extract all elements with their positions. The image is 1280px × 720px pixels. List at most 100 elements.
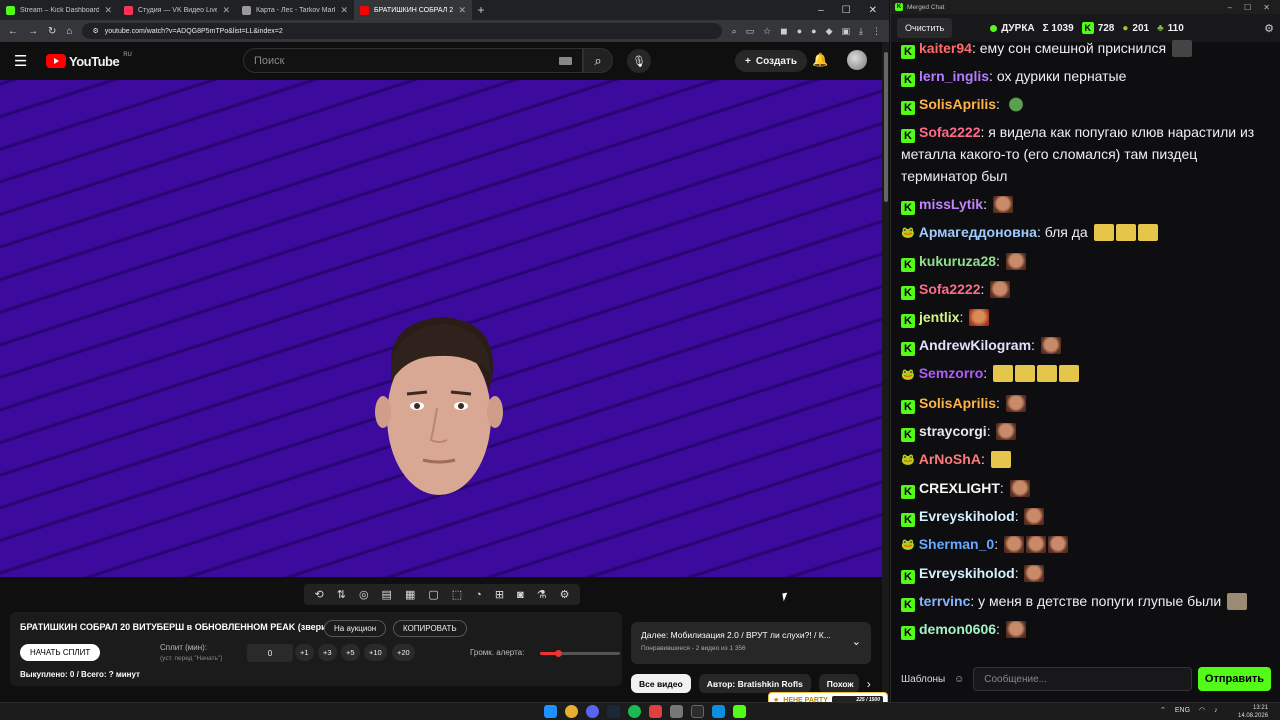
maximize-icon[interactable]: ☐ [842,5,851,16]
minimize-icon[interactable]: – [1228,3,1232,12]
increment-button[interactable]: +20 [392,644,415,661]
extension-icon[interactable]: ● [811,26,816,37]
crop-icon[interactable]: ⬚ [452,588,462,601]
alert-volume-slider[interactable] [540,650,620,657]
tab-close-icon[interactable]: ✕ [340,5,348,16]
create-button[interactable]: + Создать [735,50,807,72]
chat-username[interactable]: Semzorro [919,365,984,381]
sort-icon[interactable]: ⇅ [337,588,346,601]
url-field[interactable]: ⚙ youtube.com/watch?v=ADQG8P5mTPo&list=L… [82,23,722,39]
reload-icon[interactable]: ↻ [48,26,56,37]
search-button[interactable]: ⌕ [583,48,613,73]
keyboard-icon[interactable] [559,56,572,65]
chat-username[interactable]: missLytik [919,196,983,212]
chat-username[interactable]: AndrewKilogram [919,337,1031,353]
scrollbar-thumb[interactable] [884,52,888,202]
chat-username[interactable]: ArNoShA [919,451,981,467]
chat-username[interactable]: straycorgi [919,423,987,439]
extension-icon[interactable]: ● [797,26,802,37]
chevron-down-icon[interactable]: ⌄ [852,635,861,648]
wifi-icon[interactable]: ◠ [1199,706,1205,714]
pip-icon[interactable]: ▢ [428,588,438,601]
extension-icon[interactable]: ▣ [842,26,851,37]
chat-username[interactable]: SolisAprilis [919,395,996,411]
youtube-logo[interactable]: YouTube RU [46,52,132,69]
chat-username[interactable]: Sherman_0 [919,536,994,552]
avatar[interactable] [847,50,867,70]
chat-username[interactable]: jentlix [919,309,959,325]
zoom-icon[interactable]: ⌕ [732,26,737,37]
increment-button[interactable]: +10 [364,644,387,661]
app-icon[interactable] [649,705,662,718]
close-icon[interactable]: ✕ [869,5,877,16]
close-icon[interactable]: ✕ [1263,3,1270,12]
search-input[interactable]: Поиск [243,48,583,73]
message-input[interactable]: Сообщение... [973,667,1192,691]
discord-icon[interactable] [586,705,599,718]
menu-dots-icon[interactable]: ⋮ [872,26,881,37]
telegram-icon[interactable] [712,705,725,718]
site-info-icon[interactable]: ⚙ [92,27,98,35]
audio-wave-icon[interactable]: ◎ [359,588,369,601]
chip-all-videos[interactable]: Все видео [631,674,691,693]
film-icon[interactable]: ▤ [382,588,392,601]
chip-author[interactable]: Автор: Bratishkin Rofls [698,674,811,693]
video-player[interactable] [0,80,882,577]
chat-username[interactable]: kaiter94 [919,40,972,56]
back-icon[interactable]: ← [8,26,18,37]
new-tab-button[interactable]: + [472,3,490,17]
increment-button[interactable]: +3 [318,644,337,661]
add-frame-icon[interactable]: ⊞ [495,588,504,601]
browser-tab[interactable]: Студия — VK Видео Live ✕ [118,0,236,20]
speed-icon[interactable]: ◔ [475,589,482,601]
chat-username[interactable]: SolisAprilis [919,96,996,112]
slider-knob[interactable] [554,650,562,657]
minimize-icon[interactable]: – [818,5,824,16]
increment-button[interactable]: +1 [295,644,314,661]
copy-button[interactable]: КОПИРОВАТЬ [393,620,467,637]
loop-icon[interactable]: ⟲ [315,588,324,601]
browser-tab[interactable]: Stream – Kick Dashboard ✕ [0,0,118,20]
chat-username[interactable]: CREXLIGHT [919,480,1000,496]
home-icon[interactable]: ⌂ [66,26,72,37]
flask-icon[interactable]: ⚗ [537,588,547,601]
chip-similar[interactable]: Похож [818,674,859,693]
chat-username[interactable]: terrvinc [919,593,970,609]
tab-close-icon[interactable]: ✕ [104,5,112,16]
kick-app-icon[interactable] [733,705,746,718]
send-button[interactable]: Отправить [1197,667,1271,691]
emoji-icon[interactable]: ☺ [951,674,967,685]
camera-icon[interactable]: ◙ [517,589,524,601]
increment-button[interactable]: +5 [341,644,360,661]
settings-gear-icon[interactable]: ⚙ [560,588,570,601]
auction-button[interactable]: На аукцион [324,620,387,637]
app-icon[interactable] [691,705,704,718]
voice-search-button[interactable]: 🎙 [627,49,651,73]
chrome-icon[interactable] [565,705,578,718]
browser-tab[interactable]: БРАТИШКИН СОБРАЛ 20 ВИТУ... ✕ [354,0,472,20]
browser-tab[interactable]: Карта - Лес - Tarkov Market ✕ [236,0,354,20]
tab-close-icon[interactable]: ✕ [222,5,230,16]
chat-username[interactable]: Армагеддоновна [919,224,1037,240]
download-icon[interactable]: ⤓ [859,26,863,37]
bookmark-star-icon[interactable]: ☆ [763,26,771,37]
spotify-icon[interactable] [628,705,641,718]
clapper-icon[interactable]: ▦ [405,588,415,601]
chat-username[interactable]: lern_inglis [919,68,989,84]
chat-username[interactable]: demon0606 [919,621,996,637]
start-split-button[interactable]: НАЧАТЬ СПЛИТ [20,644,101,661]
maximize-icon[interactable]: ☐ [1244,3,1251,12]
split-minutes-input[interactable]: 0 [247,644,293,662]
settings-gear-icon[interactable]: ⚙ [1264,22,1274,35]
notifications-bell-icon[interactable]: 🔔 [812,52,828,68]
chat-username[interactable]: Sofa2222 [919,124,980,140]
tray-chevron-icon[interactable]: ⌃ [1160,706,1166,714]
extension-icon[interactable]: ◼ [780,26,787,37]
clock[interactable]: 13:21 14.08.2026 [1238,704,1268,720]
app-icon[interactable] [670,705,683,718]
windows-start-icon[interactable] [544,705,557,718]
forward-icon[interactable]: → [28,26,38,37]
chat-username[interactable]: Evreyskiholod [919,565,1015,581]
up-next-card[interactable]: Далее: Мобилизация 2.0 / ВРУТ ли слухи?!… [631,622,871,664]
chevron-right-icon[interactable]: › [867,677,871,691]
